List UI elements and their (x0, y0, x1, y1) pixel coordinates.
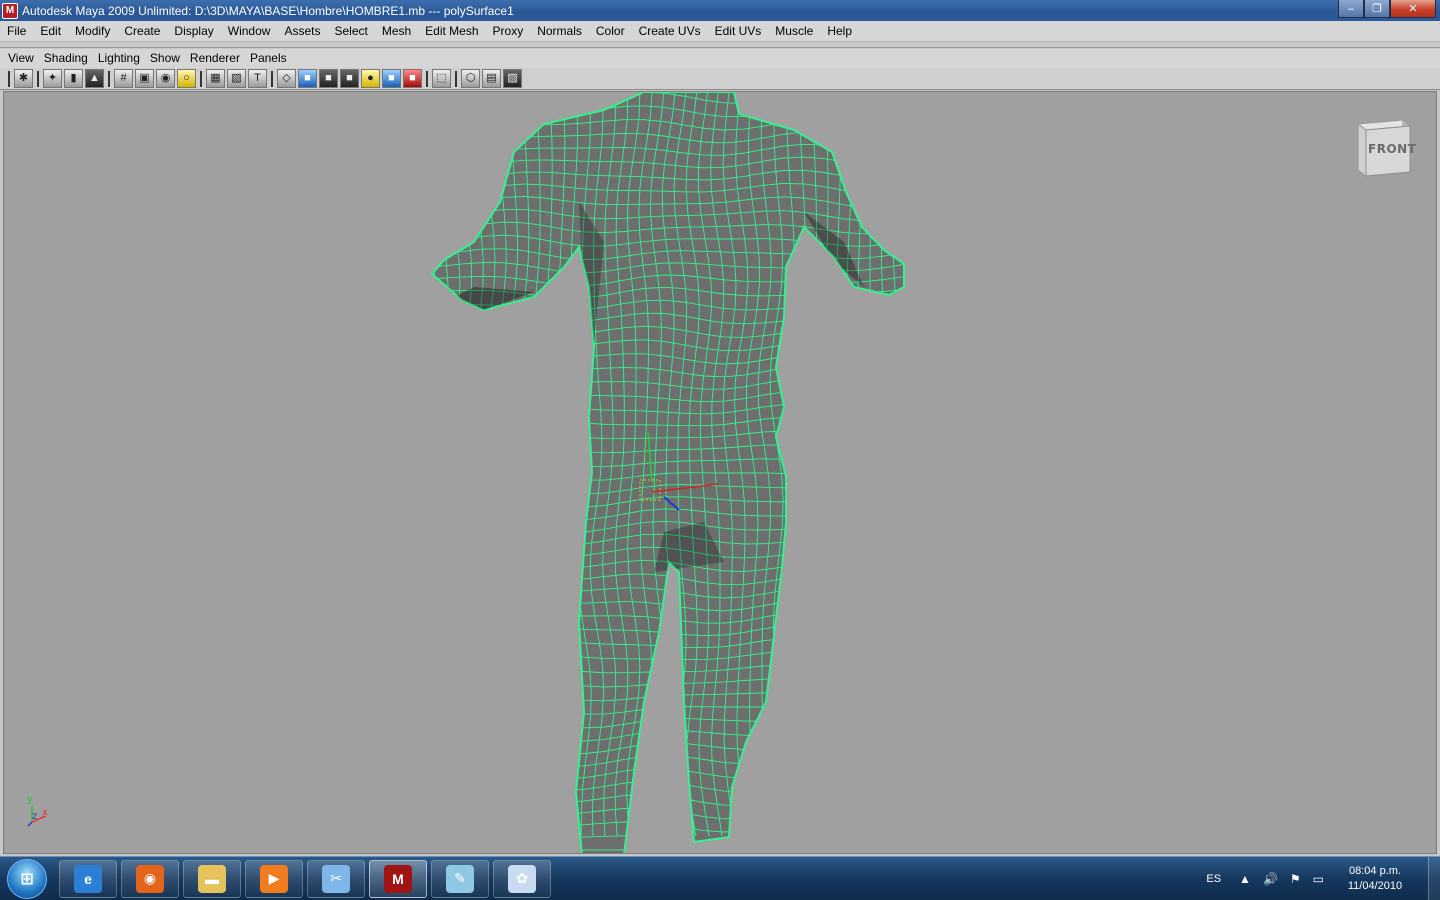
notepad-icon: ✎ (446, 864, 474, 893)
bookmark-icon[interactable]: ▮ (64, 69, 83, 88)
toolbar-separator (200, 70, 202, 87)
window-controls: – ❐ ✕ (1338, 0, 1436, 18)
clock-date: 11/04/2010 (1347, 880, 1403, 892)
volume-icon[interactable]: 🔊 (1263, 872, 1278, 886)
wireframe-on-shaded-icon[interactable]: ■ (319, 69, 338, 88)
menu-edit-uvs[interactable]: Edit UVs (708, 21, 769, 42)
panel-menu-panels[interactable]: Panels (245, 48, 292, 69)
toolbar-separator (271, 70, 273, 87)
media-player-icon: ▶ (260, 864, 288, 893)
network-icon[interactable]: ▭ (1313, 872, 1324, 886)
taskbar-button-notepad[interactable]: ✎ (431, 859, 489, 898)
menu-select[interactable]: Select (327, 21, 374, 42)
minimize-button[interactable]: – (1338, 0, 1364, 18)
show-hidden-icons-icon[interactable]: ▲ (1239, 872, 1251, 886)
viewcube-front-label: FRONT (1368, 142, 1417, 156)
two-sided-icon[interactable]: ⬡ (461, 69, 480, 88)
taskbar-button-explorer-folder[interactable]: ▬ (183, 859, 241, 898)
toolbar-separator (8, 70, 10, 87)
panel-menu-renderer[interactable]: Renderer (185, 48, 245, 69)
menu-edit-mesh[interactable]: Edit Mesh (418, 21, 485, 42)
close-button[interactable]: ✕ (1390, 0, 1436, 18)
taskbar-button-media-player[interactable]: ▶ (245, 859, 303, 898)
safe-action-icon[interactable]: ▧ (227, 69, 246, 88)
image-plane-icon[interactable]: ▲ (85, 69, 104, 88)
show-desktop-button[interactable] (1428, 857, 1440, 900)
camera-attributes-icon[interactable]: ✦ (43, 69, 62, 88)
menu-help[interactable]: Help (820, 21, 859, 42)
menu-assets[interactable]: Assets (277, 21, 327, 42)
panel-toolbar: ✱ ✦ ▮ ▲ # ▣ ◉ ○ ▦ ▧ T ◇ ■ ■ ■ ● ■ ■ ⬚ ⬡ ▤ ▨ (0, 68, 1440, 90)
gate-mask-icon[interactable]: ○ (177, 69, 196, 88)
clock-time: 08:04 p.m. (1349, 865, 1401, 877)
explorer-folder-icon: ▬ (198, 864, 226, 893)
menu-muscle[interactable]: Muscle (768, 21, 820, 42)
panel-menu-lighting[interactable]: Lighting (93, 48, 145, 69)
window-title: Autodesk Maya 2009 Unlimited: D:\3D\MAYA… (22, 3, 514, 18)
shadows-icon[interactable]: ■ (382, 69, 401, 88)
maximize-button[interactable]: ❐ (1364, 0, 1390, 18)
taskbar-apps: e ◉ ▬ ▶ ✂ M ✎ ✿ (59, 859, 555, 898)
start-button[interactable]: ⊞ (7, 858, 47, 899)
maya-app-icon[interactable]: M (2, 2, 18, 19)
toolbar-separator (108, 70, 110, 87)
panel-menu-view[interactable]: View (3, 48, 39, 69)
safe-title-icon[interactable]: T (248, 69, 267, 88)
panel-menu-shading[interactable]: Shading (39, 48, 93, 69)
grid-icon[interactable]: # (114, 69, 133, 88)
resolution-gate-icon[interactable]: ◉ (156, 69, 175, 88)
toolbar-separator (455, 70, 457, 87)
menu-color[interactable]: Color (589, 21, 632, 42)
field-chart-icon[interactable]: ▦ (206, 69, 225, 88)
system-tray: ES ▲ 🔊 ⚑ ▭ 08:04 p.m. 11/04/2010 (1206, 857, 1440, 900)
maya-icon: M (384, 864, 412, 893)
toolbar-separator (37, 70, 39, 87)
menu-create-uvs[interactable]: Create UVs (632, 21, 708, 42)
toolbar-separator (426, 70, 428, 87)
main-menu-bar: File Edit Modify Create Display Window A… (0, 21, 1440, 42)
internet-explorer-icon: e (74, 864, 102, 893)
wireframe-icon[interactable]: ◇ (277, 69, 296, 88)
isolate-select-icon[interactable]: ⬚ (432, 69, 451, 88)
menu-proxy[interactable]: Proxy (486, 21, 531, 42)
select-camera-icon[interactable]: ✱ (14, 69, 33, 88)
axis-y-label: y (27, 794, 33, 805)
smooth-shade-icon[interactable]: ■ (298, 69, 317, 88)
taskbar-button-firefox[interactable]: ◉ (121, 859, 179, 898)
menu-mesh[interactable]: Mesh (375, 21, 418, 42)
action-center-flag-icon[interactable]: ⚑ (1290, 872, 1301, 886)
xray-icon[interactable]: ■ (403, 69, 422, 88)
textured-icon[interactable]: ■ (340, 69, 359, 88)
menu-window[interactable]: Window (221, 21, 278, 42)
panel-menu-show[interactable]: Show (145, 48, 185, 69)
taskbar-button-internet-explorer[interactable]: e (59, 859, 117, 898)
taskbar-button-maya[interactable]: M (369, 859, 427, 898)
use-lights-icon[interactable]: ● (361, 69, 380, 88)
language-indicator[interactable]: ES (1206, 873, 1221, 885)
high-quality-icon[interactable]: ▤ (482, 69, 501, 88)
menu-modify[interactable]: Modify (68, 21, 117, 42)
menu-normals[interactable]: Normals (530, 21, 589, 42)
film-gate-icon[interactable]: ▣ (135, 69, 154, 88)
title-bar: M Autodesk Maya 2009 Unlimited: D:\3D\MA… (0, 0, 1440, 21)
taskbar-button-tool-app[interactable]: ✂ (307, 859, 365, 898)
menu-create[interactable]: Create (117, 21, 167, 42)
axis-gizmo: y z x (22, 792, 62, 832)
hud-icon[interactable]: ▨ (503, 69, 522, 88)
axis-z-label: z (32, 811, 38, 822)
viewcube[interactable]: FRONT (1348, 114, 1418, 184)
menu-display[interactable]: Display (167, 21, 220, 42)
windows-taskbar: ⊞ e ◉ ▬ ▶ ✂ M ✎ ✿ ES ▲ 🔊 ⚑ ▭ 08:04 p.m. 11/04/2… (0, 856, 1440, 900)
viewport-panel[interactable]: FRONT y z x (3, 91, 1437, 854)
panel-menu-bar: View Shading Lighting Show Renderer Pane… (0, 49, 1440, 68)
paint-icon: ✿ (508, 864, 536, 893)
system-clock[interactable]: 08:04 p.m. 11/04/2010 (1336, 864, 1414, 894)
taskbar-button-paint[interactable]: ✿ (493, 859, 551, 898)
tool-app-icon: ✂ (322, 864, 350, 893)
axis-x-label: x (42, 807, 48, 818)
polygon-mesh-model[interactable] (4, 92, 1437, 854)
menu-edit[interactable]: Edit (33, 21, 68, 42)
firefox-icon: ◉ (136, 864, 164, 893)
menu-file[interactable]: File (0, 21, 33, 42)
